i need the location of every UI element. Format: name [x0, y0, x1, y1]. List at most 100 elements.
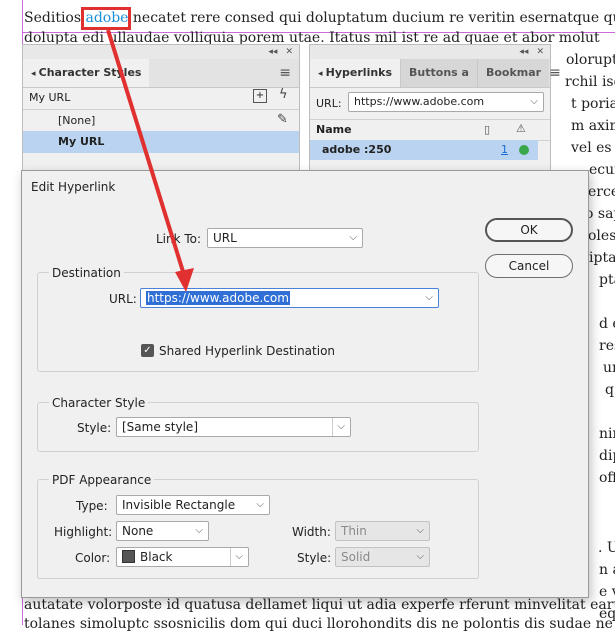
chevron-down-icon: ⌵ [332, 418, 345, 436]
document-text-fragment: vel es aru [571, 140, 615, 156]
page-link[interactable]: 1 [501, 143, 508, 156]
document-text-fragment: e vic [599, 584, 615, 600]
document-line-bottom-2: tolanes simoluptc ssosnicilis dom qui du… [24, 616, 613, 632]
shared-destination-checkbox[interactable]: ✓ [141, 344, 154, 357]
tab-hyperlinks[interactable]: ◂ Hyperlinks [310, 59, 401, 87]
close-icon[interactable]: ✕ [285, 47, 293, 57]
link-to-label: Link To: [156, 232, 202, 246]
color-dropdown[interactable]: Black ⌵ [116, 547, 249, 567]
document-text-fragment: ercep [588, 184, 615, 200]
document-text: Seditios [24, 10, 86, 26]
hyperlinks-panel: ◂◂ ✕ ◂ Hyperlinks Buttons a Bookmar ≡ UR… [309, 44, 561, 172]
document-text-fragment: oles [588, 228, 615, 244]
dialog-title: Edit Hyperlink [31, 180, 116, 194]
document-text-fragment: olorupta [566, 52, 615, 68]
document-text-fragment: dips [599, 448, 615, 464]
document-line-bottom-1: autatate volorposte id quatusa dellamet … [24, 597, 615, 613]
url-value: https://www.adobe.com [354, 95, 485, 108]
chevron-down-icon: ⌵ [349, 232, 357, 243]
collapse-icon[interactable]: ◂◂ [268, 47, 277, 57]
panel-tab-bar: ◂ Hyperlinks Buttons a Bookmar ≡ [310, 59, 561, 88]
link-to-dropdown[interactable]: URL ⌵ [207, 228, 363, 248]
document-text-fragment: t poriam [571, 96, 615, 112]
destination-title: Destination [49, 266, 124, 280]
panel-url-dropdown[interactable]: https://www.adobe.com ⌵ [348, 92, 544, 112]
tab-label: Hyperlinks [325, 66, 393, 79]
character-styles-panel: ◂◂ ✕ ◂ Character Styles ≡ My URL + ϟ [No… [22, 44, 300, 172]
character-style-title: Character Style [49, 396, 149, 410]
document-text-fragment: iptat [589, 250, 615, 266]
document-text-fragment: q [605, 382, 614, 398]
tab-bookmarks[interactable]: Bookmar [476, 59, 550, 87]
cancel-button[interactable]: Cancel [485, 254, 573, 278]
url-label: URL: [109, 292, 137, 306]
status-ok-icon [519, 145, 529, 155]
style-dropdown[interactable]: [Same style] ⌵ [116, 417, 351, 437]
expand-icon: ◂ [31, 69, 39, 79]
document-text-fragment: o sape [585, 206, 615, 222]
chevron-down-icon: ⌵ [256, 499, 264, 510]
highlight-label: Highlight: [54, 525, 113, 539]
column-header-name[interactable]: Name [316, 123, 352, 136]
close-icon[interactable]: ✕ [536, 47, 544, 57]
edit-style-icon[interactable]: ✎ [277, 112, 288, 127]
width-dropdown[interactable]: Thin ⌵ [335, 521, 430, 541]
ok-button[interactable]: OK [485, 218, 573, 242]
document-text-fragment: . Uc [598, 540, 615, 556]
document-text-fragment: m axima [571, 118, 615, 134]
highlight-dropdown[interactable]: None ⌵ [116, 521, 209, 541]
column-header-row: Name ▯ ⚠ [310, 119, 550, 141]
page-icon: ▯ [484, 123, 491, 136]
warning-icon: ⚠ [516, 122, 526, 135]
lightning-icon[interactable]: ϟ [279, 87, 288, 102]
document-text-fragment: rchil isqu [565, 74, 615, 90]
panel-menu-icon[interactable]: ≡ [279, 65, 299, 81]
border-style-dropdown[interactable]: Solid ⌵ [335, 547, 430, 567]
document-text-fragment: equi [599, 606, 615, 622]
panel-tab-bar: ◂ Character Styles ≡ [23, 59, 299, 88]
document-text-fragment: d eli [599, 316, 615, 332]
color-label: Color: [75, 551, 111, 565]
hyperlink-highlight-box [81, 7, 131, 30]
document-text-fragment: nim [599, 426, 615, 442]
chevron-down-icon: ⌵ [230, 548, 243, 566]
table-row[interactable]: adobe :250 1 [310, 140, 538, 160]
new-style-icon[interactable]: + [253, 89, 267, 103]
url-label: URL: [316, 97, 342, 110]
document-text-fragment: offi [599, 470, 615, 486]
chevron-down-icon: ⌵ [530, 96, 538, 107]
chevron-down-icon[interactable]: ⌵ [425, 289, 433, 307]
link-to-value: URL [213, 231, 237, 245]
type-value: Invisible Rectangle [122, 498, 236, 512]
url-field-value: https://www.adobe.com [146, 291, 290, 305]
style-label: Style: [77, 421, 112, 435]
panel-top-bar: ◂◂ ✕ [310, 45, 550, 59]
hyperlink-name: adobe :250 [322, 143, 392, 156]
style-value: [Same style] [122, 420, 198, 434]
color-swatch [122, 550, 135, 563]
tab-buttons[interactable]: Buttons a [400, 59, 477, 87]
pdf-appearance-title: PDF Appearance [49, 473, 155, 487]
document-text-fragment: ur ac [603, 360, 615, 376]
style-item-label: My URL [58, 135, 105, 148]
collapse-icon[interactable]: ◂◂ [519, 47, 528, 57]
url-field[interactable]: https://www.adobe.com ⌵ [140, 288, 439, 308]
chevron-down-icon: ⌵ [416, 525, 424, 536]
type-dropdown[interactable]: Invisible Rectangle ⌵ [116, 495, 270, 515]
highlight-value: None [122, 524, 154, 538]
panel-top-bar: ◂◂ ✕ [23, 45, 299, 59]
width-value: Thin [341, 524, 367, 538]
edit-hyperlink-dialog: Edit Hyperlink Link To: URL ⌵ OK Cancel D… [21, 170, 589, 598]
tab-character-styles[interactable]: ◂ Character Styles [23, 59, 150, 87]
chevron-down-icon: ⌵ [195, 525, 203, 536]
color-value: Black [140, 550, 173, 564]
document-text-fragment: ecum, n [589, 162, 615, 178]
list-item[interactable]: [None] ✎ [23, 109, 299, 132]
list-item-selected[interactable]: My URL [23, 131, 299, 153]
style2-label: Style: [297, 551, 332, 565]
chevron-down-icon: ⌵ [416, 551, 424, 562]
type-label: Type: [76, 499, 108, 513]
document-text-fragment: res [599, 338, 615, 354]
panel-menu-icon[interactable]: ≡ [549, 65, 569, 81]
document-text: necatet rere consed qui doluptatum duciu… [128, 10, 615, 26]
